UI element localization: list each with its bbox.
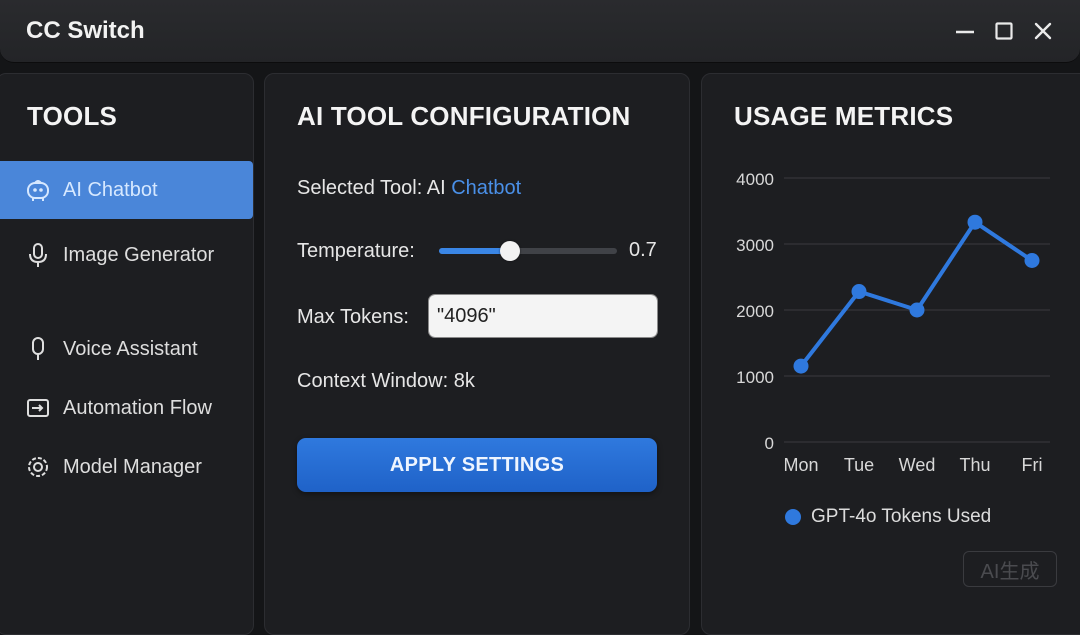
y-tick-label: 1000 — [736, 368, 774, 387]
gear-icon — [25, 454, 51, 480]
temperature-slider[interactable] — [439, 241, 617, 261]
data-point — [1024, 253, 1040, 268]
max-tokens-input[interactable] — [429, 295, 657, 337]
close-button[interactable] — [1031, 19, 1055, 43]
data-point — [851, 284, 867, 300]
max-tokens-field[interactable] — [428, 294, 658, 338]
sidebar-item-model-manager[interactable]: Model Manager — [0, 438, 253, 496]
minimize-button[interactable] — [953, 19, 977, 43]
legend-marker — [785, 509, 801, 525]
minimize-icon — [956, 30, 974, 34]
close-icon — [1034, 22, 1052, 40]
microphone-outline-icon — [25, 336, 51, 362]
x-tick-label: Thu — [959, 455, 990, 475]
maximize-button[interactable] — [992, 19, 1016, 43]
sidebar-item-label: Model Manager — [63, 455, 202, 478]
selected-tool-label: Selected Tool: AI — [297, 177, 446, 199]
x-tick-label: Wed — [899, 455, 936, 475]
sidebar-item-label: Image Generator — [63, 243, 215, 266]
legend-label: GPT-4o Tokens Used — [811, 506, 992, 527]
sidebar-item-label: AI Chatbot — [63, 178, 158, 201]
flow-icon — [25, 395, 51, 421]
y-tick-label: 4000 — [736, 170, 774, 189]
slider-thumb[interactable] — [500, 241, 521, 261]
x-tick-label: Tue — [844, 455, 874, 475]
sidebar-panel: TOOLS AI Chatbot Image Generator Voice A… — [0, 73, 254, 635]
y-tick-label: 2000 — [736, 302, 774, 321]
chatbot-icon — [25, 177, 51, 203]
temperature-value: 0.7 — [629, 239, 657, 261]
sidebar-item-image-generator[interactable]: Image Generator — [0, 226, 253, 284]
title-bar: CC Switch — [0, 0, 1080, 63]
x-tick-label: Fri — [1022, 455, 1043, 475]
sidebar-item-label: Voice Assistant — [63, 337, 198, 360]
max-tokens-label: Max Tokens: — [297, 306, 409, 328]
context-window: Context Window: 8k — [297, 370, 475, 392]
apply-settings-button[interactable]: APPLY SETTINGS — [297, 438, 657, 492]
app-title: CC Switch — [26, 17, 145, 44]
data-point — [967, 214, 983, 230]
microphone-icon — [25, 242, 51, 268]
usage-line-chart: 0 1000 2000 3000 4000 Mon Tue Wed Thu Fri — [736, 170, 1050, 475]
ai-generated-watermark: AI生成 — [963, 551, 1057, 587]
sidebar-item-label: Automation Flow — [63, 396, 212, 419]
config-title: AI TOOL CONFIGURATION — [297, 101, 631, 131]
selected-tool-value: Chatbot — [451, 177, 522, 199]
maximize-icon — [995, 22, 1013, 40]
sidebar-item-automation-flow[interactable]: Automation Flow — [0, 379, 253, 437]
sidebar-title: TOOLS — [27, 101, 118, 131]
y-tick-label: 3000 — [736, 236, 774, 255]
x-tick-label: Mon — [783, 455, 818, 475]
data-point — [909, 302, 925, 318]
temperature-label: Temperature: — [297, 240, 415, 262]
sidebar-item-voice-assistant[interactable]: Voice Assistant — [0, 320, 253, 378]
config-panel: AI TOOL CONFIGURATION Selected Tool: AI … — [264, 73, 690, 635]
chart-legend: GPT-4o Tokens Used — [785, 506, 991, 528]
y-tick-label: 0 — [765, 434, 774, 453]
sidebar-item-ai-chatbot[interactable]: AI Chatbot — [0, 161, 253, 219]
data-point — [793, 358, 809, 374]
selected-tool: Selected Tool: AI Chatbot — [297, 177, 521, 200]
